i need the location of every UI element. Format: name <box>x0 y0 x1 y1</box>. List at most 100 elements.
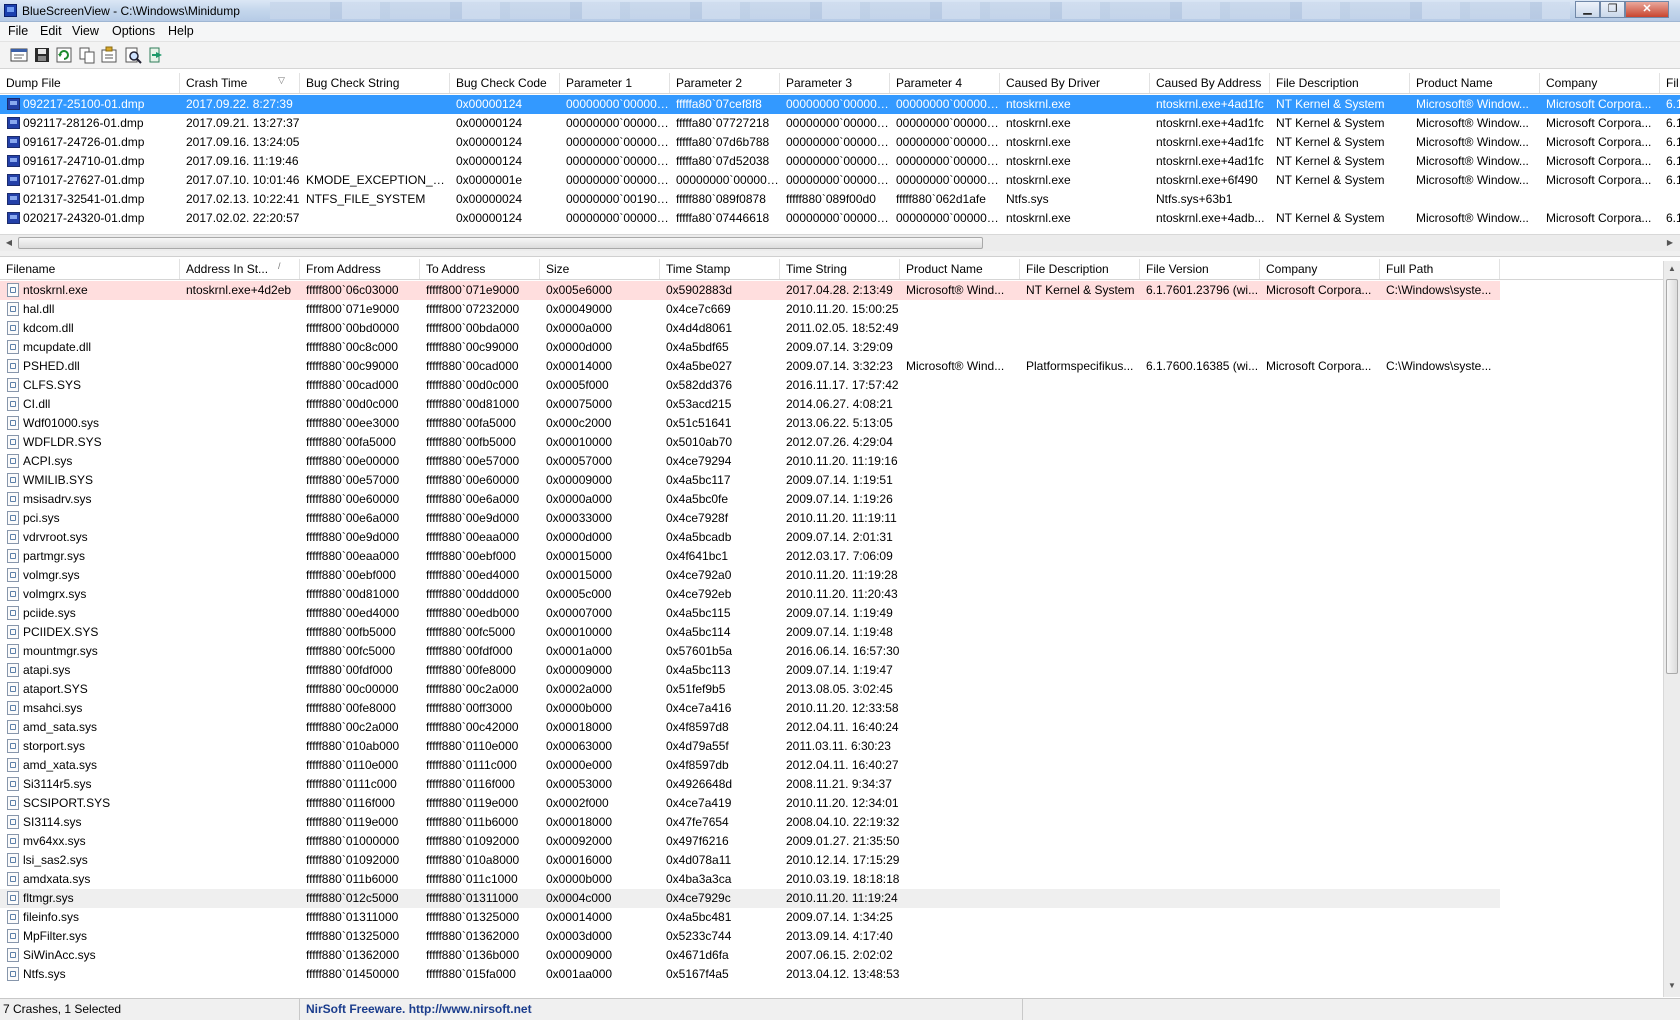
driver-cell-file-description <box>1020 965 1140 984</box>
crash-list-hscrollbar[interactable]: ◀ ▶ <box>0 234 1680 251</box>
driver-col-full-path[interactable]: Full Path <box>1380 259 1500 279</box>
menu-file[interactable]: File <box>8 24 28 38</box>
crash-col-product-name[interactable]: Product Name <box>1410 73 1540 93</box>
properties-icon[interactable] <box>100 46 118 64</box>
driver-list-vscrollbar[interactable]: ▲ ▼ <box>1663 261 1680 997</box>
driver-cell-file-description <box>1020 585 1140 604</box>
copy-icon[interactable] <box>78 46 96 64</box>
driver-col-time-stamp[interactable]: Time Stamp <box>660 259 780 279</box>
driver-col-from-address[interactable]: From Address <box>300 259 420 279</box>
menu-edit[interactable]: Edit <box>40 24 62 38</box>
crash-col-caused-by-driver[interactable]: Caused By Driver <box>1000 73 1150 93</box>
crash-col-bug-check-code[interactable]: Bug Check Code <box>450 73 560 93</box>
driver-row[interactable]: msisadrv.sys fffff880`00e60000 fffff880`00… <box>0 490 1663 509</box>
vscroll-thumb[interactable] <box>1666 279 1678 674</box>
driver-row[interactable]: amdxata.sys fffff880`011b6000 fffff880`011… <box>0 870 1663 889</box>
driver-row[interactable]: amd_xata.sys fffff880`0110e000 fffff880`01… <box>0 756 1663 775</box>
driver-row[interactable]: pci.sys fffff880`00e6a000 fffff880`00e9d00… <box>0 509 1663 528</box>
crash-col-fil[interactable]: Fil <box>1660 73 1680 93</box>
crash-row[interactable]: 020217-24320-01.dmp 2017.02.02. 22:20:57 0… <box>0 209 1680 228</box>
driver-row[interactable]: Ntfs.sys fffff880`01450000 fffff880`015fa0… <box>0 965 1663 984</box>
crash-col-file-description[interactable]: File Description <box>1270 73 1410 93</box>
driver-col-company[interactable]: Company <box>1260 259 1380 279</box>
driver-row[interactable]: volmgr.sys fffff880`00ebf000 fffff880`00ed… <box>0 566 1663 585</box>
driver-col-size[interactable]: Size <box>540 259 660 279</box>
driver-col-file-version[interactable]: File Version <box>1140 259 1260 279</box>
pane-splitter[interactable] <box>0 251 1680 257</box>
crash-col-bug-check-string[interactable]: Bug Check String <box>300 73 450 93</box>
driver-row[interactable]: ntoskrnl.exe ntoskrnl.exe+4d2eb fffff800`0… <box>0 281 1500 300</box>
driver-row[interactable]: vdrvroot.sys fffff880`00e9d000 fffff880`00… <box>0 528 1663 547</box>
save-icon[interactable] <box>33 46 51 64</box>
crash-col-caused-by-address[interactable]: Caused By Address <box>1150 73 1270 93</box>
crash-col-company[interactable]: Company <box>1540 73 1660 93</box>
driver-row[interactable]: lsi_sas2.sys fffff880`01092000 fffff880`01… <box>0 851 1663 870</box>
driver-row[interactable]: SCSIPORT.SYS fffff880`0116f000 fffff880`01… <box>0 794 1663 813</box>
driver-row[interactable]: CI.dll fffff880`00d0c000 fffff880`00d81000… <box>0 395 1663 414</box>
maximize-button[interactable]: ❐ <box>1600 1 1625 18</box>
driver-col-to-address[interactable]: To Address <box>420 259 540 279</box>
crash-row[interactable]: 092117-28126-01.dmp 2017.09.21. 13:27:37 0… <box>0 114 1680 133</box>
driver-row[interactable]: Wdf01000.sys fffff880`00ee3000 fffff880`00… <box>0 414 1663 433</box>
driver-row[interactable]: mv64xx.sys fffff880`01000000 fffff880`0109… <box>0 832 1663 851</box>
driver-row[interactable]: amd_sata.sys fffff880`00c2a000 fffff880`00… <box>0 718 1663 737</box>
crash-col-parameter-3[interactable]: Parameter 3 <box>780 73 890 93</box>
scroll-right-arrow[interactable]: ▶ <box>1662 236 1678 250</box>
driver-row[interactable]: pciide.sys fffff880`00ed4000 fffff880`00ed… <box>0 604 1663 623</box>
driver-row[interactable]: MpFilter.sys fffff880`01325000 fffff880`01… <box>0 927 1663 946</box>
crash-row[interactable]: 091617-24726-01.dmp 2017.09.16. 13:24:05 0… <box>0 133 1680 152</box>
menu-view[interactable]: View <box>72 24 99 38</box>
refresh-icon[interactable] <box>55 46 73 64</box>
driver-row[interactable]: WMILIB.SYS fffff880`00e57000 fffff880`00e6… <box>0 471 1663 490</box>
scroll-up-arrow[interactable]: ▲ <box>1664 262 1680 276</box>
exit-icon[interactable] <box>148 46 166 64</box>
driver-row[interactable]: fileinfo.sys fffff880`01311000 fffff880`01… <box>0 908 1663 927</box>
scroll-down-arrow[interactable]: ▼ <box>1664 979 1680 993</box>
driver-row[interactable]: hal.dll fffff800`071e9000 fffff800`0723200… <box>0 300 1663 319</box>
crash-row[interactable]: 071017-27627-01.dmp 2017.07.10. 10:01:46 K… <box>0 171 1680 190</box>
driver-col-file-description[interactable]: File Description <box>1020 259 1140 279</box>
driver-row[interactable]: kdcom.dll fffff800`00bd0000 fffff800`00bda… <box>0 319 1663 338</box>
crash-row[interactable]: 091617-24710-01.dmp 2017.09.16. 11:19:46 0… <box>0 152 1680 171</box>
driver-cell-size: 0x00010000 <box>546 435 613 449</box>
driver-row[interactable]: SI3114.sys fffff880`0119e000 fffff880`011b… <box>0 813 1663 832</box>
driver-row[interactable]: atapi.sys fffff880`00fdf000 fffff880`00fe8… <box>0 661 1663 680</box>
driver-row[interactable]: PCIIDEX.SYS fffff880`00fb5000 fffff880`00f… <box>0 623 1663 642</box>
driver-row[interactable]: fltmgr.sys fffff880`012c5000 fffff880`0131… <box>0 889 1500 908</box>
driver-col-address-in-st[interactable]: Address In St... <box>180 259 300 279</box>
driver-row[interactable]: mountmgr.sys fffff880`00fc5000 fffff880`00… <box>0 642 1663 661</box>
driver-col-time-string[interactable]: Time String <box>780 259 900 279</box>
crash-row[interactable]: 092217-25100-01.dmp 2017.09.22. 8:27:39 0x… <box>0 95 1680 114</box>
status-credit-link[interactable]: NirSoft Freeware. http://www.nirsoft.net <box>303 999 1023 1020</box>
find-icon[interactable] <box>124 46 142 64</box>
hscroll-thumb[interactable] <box>18 237 983 249</box>
scroll-left-arrow[interactable]: ◀ <box>1 236 17 250</box>
menu-options[interactable]: Options <box>112 24 155 38</box>
driver-col-filename[interactable]: Filename <box>0 259 180 279</box>
driver-row[interactable]: volmgrx.sys fffff880`00d81000 fffff880`00d… <box>0 585 1663 604</box>
driver-row[interactable]: CLFS.SYS fffff880`00cad000 fffff880`00d0c0… <box>0 376 1663 395</box>
crash-col-dump-file[interactable]: Dump File <box>0 73 180 93</box>
driver-row[interactable]: partmgr.sys fffff880`00eaa000 fffff880`00e… <box>0 547 1663 566</box>
driver-row[interactable]: ACPI.sys fffff880`00e00000 fffff880`00e570… <box>0 452 1663 471</box>
driver-row[interactable]: PSHED.dll fffff880`00c99000 fffff880`00cad… <box>0 357 1663 376</box>
driver-row[interactable]: msahci.sys fffff880`00fe8000 fffff880`00ff… <box>0 699 1663 718</box>
driver-row[interactable]: mcupdate.dll fffff880`00c8c000 fffff880`00… <box>0 338 1663 357</box>
menu-help[interactable]: Help <box>168 24 194 38</box>
driver-row[interactable]: WDFLDR.SYS fffff880`00fa5000 fffff880`00fb… <box>0 433 1663 452</box>
driver-col-product-name[interactable]: Product Name <box>900 259 1020 279</box>
driver-row[interactable]: ataport.SYS fffff880`00c00000 fffff880`00c… <box>0 680 1663 699</box>
minimize-button[interactable]: ▁ <box>1575 1 1600 18</box>
driver-row[interactable]: SiWinAcc.sys fffff880`01362000 fffff880`01… <box>0 946 1663 965</box>
driver-row[interactable]: storport.sys fffff880`010ab000 fffff880`01… <box>0 737 1663 756</box>
close-button[interactable]: ✕ <box>1625 1 1669 18</box>
driver-cell-address-in-st <box>180 528 300 547</box>
crash-row[interactable]: 021317-32541-01.dmp 2017.02.13. 10:22:41 N… <box>0 190 1680 209</box>
crash-col-parameter-2[interactable]: Parameter 2 <box>670 73 780 93</box>
driver-row[interactable]: Si3114r5.sys fffff880`0111c000 fffff880`01… <box>0 775 1663 794</box>
driver-cell-file-version: 6.1.7601.23796 (wi... <box>1146 283 1259 297</box>
crash-col-parameter-1[interactable]: Parameter 1 <box>560 73 670 93</box>
html-report-icon[interactable] <box>10 46 28 64</box>
crash-col-parameter-4[interactable]: Parameter 4 <box>890 73 1000 93</box>
driver-cell-time-stamp: 0x51c51641 <box>666 416 732 430</box>
